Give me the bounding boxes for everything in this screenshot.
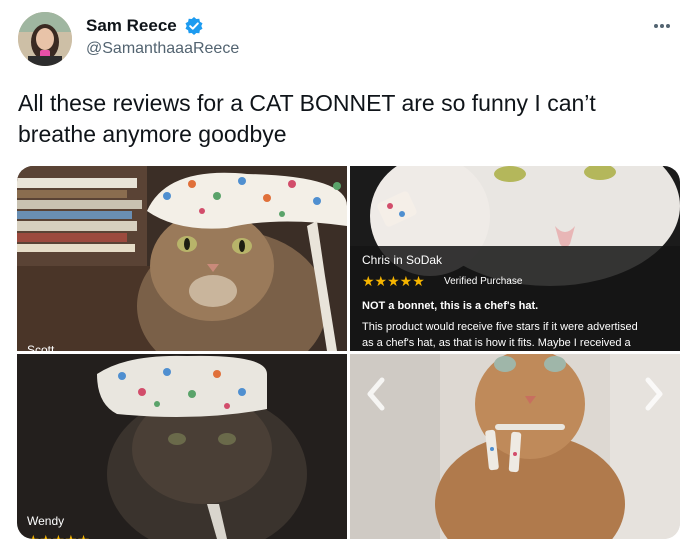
tweet-text: All these reviews for a CAT BONNET are s… <box>18 90 596 147</box>
verified-purchase-label: Verified Purchase <box>444 276 523 287</box>
reviewer-name: Chris in SoDak <box>362 253 443 267</box>
avatar[interactable] <box>18 12 72 66</box>
display-name[interactable]: Sam Reece <box>86 16 177 36</box>
rating-stars: ★★★★★ <box>27 532 90 539</box>
caption-name: Wendy <box>27 514 65 528</box>
chevron-right-icon[interactable] <box>642 374 666 414</box>
media-grid[interactable]: Scott Chris in SoDak ★★★★★ Verified Purc… <box>17 166 680 539</box>
rating-stars: ★★★★★ <box>362 273 425 289</box>
verified-badge-icon <box>184 16 204 36</box>
chevron-left-icon[interactable] <box>364 374 388 414</box>
more-options-icon[interactable] <box>648 16 676 36</box>
caption-name: Scott <box>27 343 55 351</box>
tweet-header: Sam Reece @SamanthaaaReece <box>18 12 682 68</box>
handle[interactable]: @SamanthaaaReece <box>86 40 239 58</box>
review-line-1: This product would receive five stars if… <box>362 321 638 333</box>
media-image-1[interactable]: Scott <box>17 166 347 351</box>
media-image-4[interactable] <box>350 354 680 539</box>
review-title: NOT a bonnet, this is a chef's hat. <box>362 300 539 312</box>
media-image-2[interactable]: Chris in SoDak ★★★★★ Verified Purchase N… <box>350 166 680 351</box>
media-image-3[interactable]: Wendy ★★★★★ <box>17 354 347 539</box>
review-line-2: as a chef's hat, as that is how it fits.… <box>362 337 631 349</box>
author-info: Sam Reece @SamanthaaaReece <box>86 16 239 58</box>
